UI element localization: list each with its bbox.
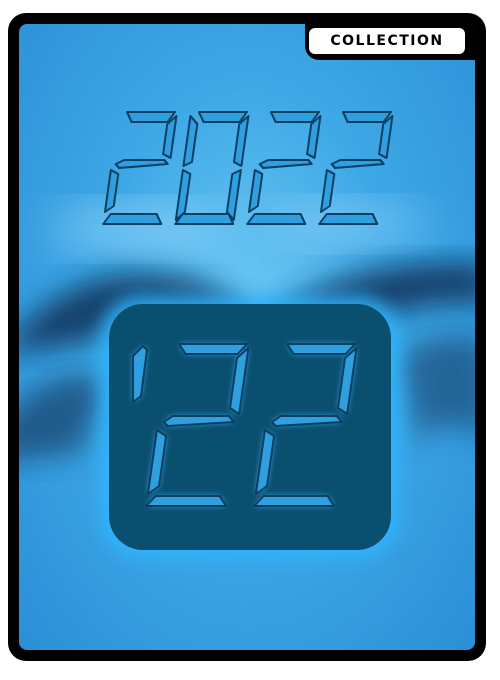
year-full-digits: [102, 111, 394, 225]
year-artwork: [101, 111, 399, 558]
collection-badge-label: COLLECTION: [309, 28, 465, 54]
collection-card: COLLECTION: [8, 13, 486, 661]
year-tile: [109, 304, 391, 550]
collection-badge: COLLECTION: [305, 24, 475, 60]
card-artwork: COLLECTION: [19, 24, 475, 650]
